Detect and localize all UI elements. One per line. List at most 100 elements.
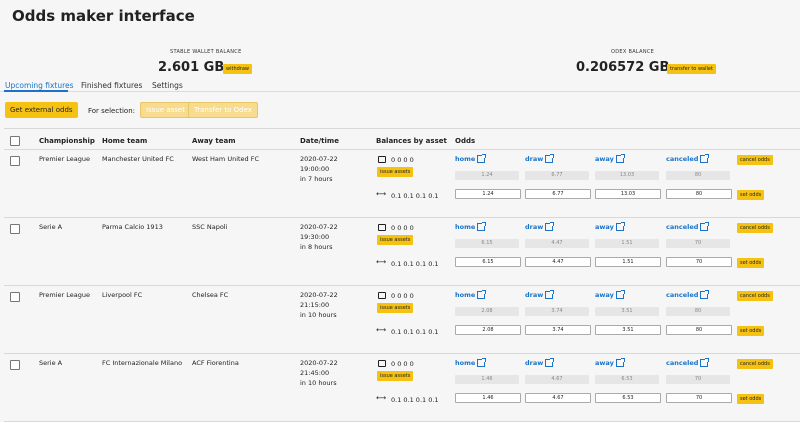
withdraw-button[interactable]: withdraw xyxy=(223,64,252,74)
odds-input-home[interactable]: 1.24 xyxy=(455,189,521,199)
odds-label: away xyxy=(595,359,614,367)
cell-time: 19:00:00 xyxy=(300,165,330,173)
cancel-odds-button[interactable]: cancel odds xyxy=(737,359,773,369)
odds-placeholder-away: 6.53 xyxy=(595,375,659,384)
transfer-to-odex-button[interactable]: Transfer to Odex xyxy=(188,102,258,118)
odds-input-home[interactable]: 2.08 xyxy=(455,325,521,335)
tab-settings[interactable]: Settings xyxy=(152,81,183,90)
external-link-icon xyxy=(700,222,710,231)
cell-home-team: Manchester United FC xyxy=(102,155,174,163)
cell-away-team: ACF Fiorentina xyxy=(192,359,239,367)
odds-placeholder-home: 1.46 xyxy=(455,375,519,384)
odds-input-canceled[interactable]: 80 xyxy=(666,325,732,335)
col-away-team: Away team xyxy=(192,137,236,145)
odds-input-draw[interactable]: 4.67 xyxy=(525,393,591,403)
odds-link-canceled[interactable]: canceled xyxy=(666,222,710,231)
odds-label: draw xyxy=(525,223,544,231)
odex-balances: 0.1 0.1 0.1 0.1 xyxy=(391,396,439,404)
exchange-arrows-icon: ⟷ xyxy=(376,394,387,402)
external-link-icon xyxy=(615,358,625,367)
odds-input-canceled[interactable]: 70 xyxy=(666,393,732,403)
odds-placeholder-away: 1.51 xyxy=(595,239,659,248)
set-odds-button[interactable]: set odds xyxy=(737,258,765,268)
odex-balances: 0.1 0.1 0.1 0.1 xyxy=(391,260,439,268)
odds-link-away[interactable]: away xyxy=(595,358,625,367)
odds-label: home xyxy=(455,291,476,299)
odds-link-home[interactable]: home xyxy=(455,358,487,367)
asset-balances: 0 0 0 0 xyxy=(391,156,414,164)
odds-input-draw[interactable]: 4.47 xyxy=(525,257,591,267)
odds-input-draw[interactable]: 6.77 xyxy=(525,189,591,199)
set-odds-button[interactable]: set odds xyxy=(737,326,765,336)
row-checkbox[interactable] xyxy=(10,224,20,234)
odds-link-canceled[interactable]: canceled xyxy=(666,154,710,163)
cell-home-team: FC Internazionale Milano xyxy=(102,359,183,367)
odds-input-canceled[interactable]: 80 xyxy=(666,189,732,199)
odds-link-away[interactable]: away xyxy=(595,154,625,163)
cell-relative-time: in 10 hours xyxy=(300,311,337,319)
tab-finished-fixtures[interactable]: Finished fixtures xyxy=(81,81,142,90)
row-divider xyxy=(4,285,800,286)
external-link-icon xyxy=(545,358,555,367)
odds-link-draw[interactable]: draw xyxy=(525,290,555,299)
row-checkbox[interactable] xyxy=(10,292,20,302)
odds-placeholder-draw: 6.77 xyxy=(525,171,589,180)
odds-link-draw[interactable]: draw xyxy=(525,222,555,231)
odds-input-home[interactable]: 6.15 xyxy=(455,257,521,267)
odds-input-away[interactable]: 1.51 xyxy=(595,257,661,267)
odds-link-draw[interactable]: draw xyxy=(525,358,555,367)
tab-upcoming-fixtures[interactable]: Upcoming fixtures xyxy=(5,81,74,90)
odds-link-canceled[interactable]: canceled xyxy=(666,290,710,299)
odds-input-away[interactable]: 6.53 xyxy=(595,393,661,403)
transfer-to-wallet-button[interactable]: transfer to wallet xyxy=(667,64,716,74)
select-all-checkbox[interactable] xyxy=(10,136,20,146)
odds-input-away[interactable]: 3.51 xyxy=(595,325,661,335)
set-odds-button[interactable]: set odds xyxy=(737,394,765,404)
set-odds-button[interactable]: set odds xyxy=(737,190,765,200)
cancel-odds-button[interactable]: cancel odds xyxy=(737,291,773,301)
odds-link-draw[interactable]: draw xyxy=(525,154,555,163)
odds-placeholder-draw: 4.47 xyxy=(525,239,589,248)
cell-date: 2020-07-22 xyxy=(300,155,338,163)
get-external-odds-button[interactable]: Get external odds xyxy=(5,102,78,118)
row-checkbox[interactable] xyxy=(10,156,20,166)
issue-assets-button[interactable]: issue assets xyxy=(377,235,414,245)
header-bottom-line xyxy=(4,149,800,150)
odds-input-draw[interactable]: 3.74 xyxy=(525,325,591,335)
odds-link-home[interactable]: home xyxy=(455,154,487,163)
odds-input-canceled[interactable]: 70 xyxy=(666,257,732,267)
row-checkbox[interactable] xyxy=(10,360,20,370)
odds-link-away[interactable]: away xyxy=(595,222,625,231)
cancel-odds-button[interactable]: cancel odds xyxy=(737,223,773,233)
odds-label: draw xyxy=(525,359,544,367)
odds-link-canceled[interactable]: canceled xyxy=(666,358,710,367)
issue-asset-button[interactable]: Issue asset xyxy=(140,102,191,118)
odds-placeholder-away: 3.51 xyxy=(595,307,659,316)
cell-championship: Serie A xyxy=(39,223,63,231)
cell-time: 21:15:00 xyxy=(300,301,330,309)
odds-link-home[interactable]: home xyxy=(455,222,487,231)
col-balances: Balances by asset xyxy=(376,137,447,145)
wallet-icon xyxy=(378,224,386,231)
issue-assets-button[interactable]: issue assets xyxy=(377,371,414,381)
cell-date: 2020-07-22 xyxy=(300,359,338,367)
odds-label: away xyxy=(595,291,614,299)
odds-link-home[interactable]: home xyxy=(455,290,487,299)
external-link-icon xyxy=(477,290,487,299)
col-home-team: Home team xyxy=(102,137,148,145)
odds-link-away[interactable]: away xyxy=(595,290,625,299)
issue-assets-button[interactable]: issue assets xyxy=(377,167,414,177)
odex-balance-label: ODEX BALANCE xyxy=(611,49,655,55)
odds-label: draw xyxy=(525,291,544,299)
odds-label: canceled xyxy=(666,291,699,299)
col-odds: Odds xyxy=(455,137,476,145)
cell-away-team: SSC Napoli xyxy=(192,223,228,231)
odds-input-home[interactable]: 1.46 xyxy=(455,393,521,403)
odds-placeholder-canceled: 80 xyxy=(666,307,730,316)
odds-label: home xyxy=(455,223,476,231)
odds-input-away[interactable]: 13.03 xyxy=(595,189,661,199)
active-tab-underline xyxy=(4,90,68,92)
cancel-odds-button[interactable]: cancel odds xyxy=(737,155,773,165)
external-link-icon xyxy=(477,154,487,163)
issue-assets-button[interactable]: issue assets xyxy=(377,303,414,313)
